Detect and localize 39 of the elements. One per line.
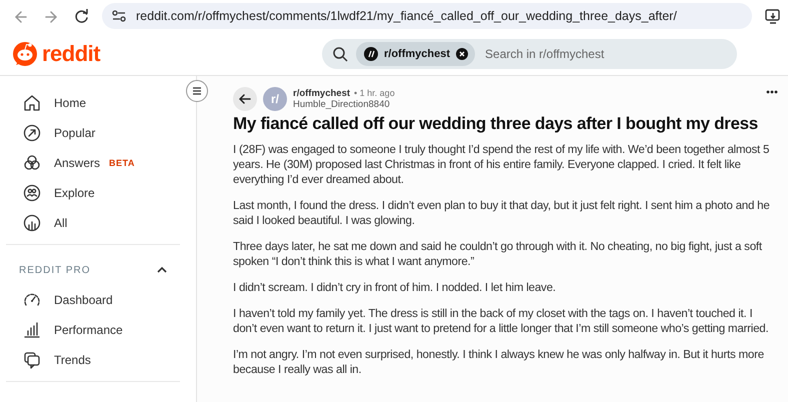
sidebar-item[interactable]: Popular xyxy=(6,118,180,148)
beta-label: BETA xyxy=(109,158,135,168)
sidebar-item[interactable]: Home xyxy=(6,88,180,118)
sidebar-item[interactable]: Explore xyxy=(6,178,180,208)
post-paragraph: Last month, I found the dress. I didn’t even plan to buy it that day, but it just felt right. I sent him a photo and he said I looked beautiful. I was glowing. xyxy=(233,198,771,228)
reddit-logo-icon[interactable] xyxy=(12,40,38,67)
author-name[interactable]: Humble_Direction8840 xyxy=(293,99,760,110)
sidebar-item[interactable]: Dashboard xyxy=(6,285,180,315)
sidebar-item[interactable]: Answers BETA xyxy=(6,148,180,178)
home-icon xyxy=(22,93,42,113)
remove-icon[interactable] xyxy=(456,48,468,60)
bar-chart-icon xyxy=(22,320,42,340)
post-paragraph: I’m not angry. I’m not even surprised, honestly. I think I always knew he was only halfway in. But it hurts more because I really was all in. xyxy=(233,347,765,377)
post-paragraph: I didn’t scream. I didn’t cry in front of him. I nodded. I let him leave. xyxy=(233,280,557,295)
chat-bubbles-icon xyxy=(22,350,42,370)
post-title: My fiancé called off our wedding three days after I bought my dress xyxy=(233,114,759,134)
post-paragraph: I (28F) was engaged to someone I truly thought I’d spend the rest of my life with. We’d been together almost 5 years. He (30M) proposed last Christmas in front of his entire family. Everyone clapped. I cried. It felt like everything I’d ever dreamed about. xyxy=(233,142,770,187)
people-circle-icon xyxy=(22,183,42,203)
community-link[interactable]: r/offmychest xyxy=(293,88,350,99)
search-field[interactable]: r/offmychest Search in r/offmychest xyxy=(322,38,737,68)
search-icon xyxy=(332,46,348,62)
install-app-icon[interactable] xyxy=(764,7,782,25)
post-time: • 1 hr. ago xyxy=(354,88,395,98)
sidebar-item[interactable]: All xyxy=(6,208,180,238)
address-bar[interactable]: reddit.com/r/offmychest/comments/1lwdf21/my_fiancé_called_off_our_wedding_three_days_after/ xyxy=(102,3,752,29)
sidebar-item[interactable]: Performance xyxy=(6,315,180,345)
sidebar-item[interactable]: Trends xyxy=(6,345,180,375)
community-chip[interactable]: r/offmychest xyxy=(356,42,476,66)
back-button[interactable] xyxy=(233,87,257,111)
community-icon xyxy=(364,46,378,60)
url-text: reddit.com/r/offmychest/comments/1lwdf21/my_fiancé_called_off_our_wedding_three_days_after/ xyxy=(136,9,677,23)
post-paragraph: Three days later, he sat me down and said he couldn’t go through with it. No cheating, no big fight, just a soft spoken “I don’t think this is what I want anymore.” xyxy=(233,239,763,269)
post-paragraph: I haven’t told my family yet. The dress is still in the back of my closet with the tags on. I haven’t touched it. I don’t even want to return it. I just want to pretend for a little longer that I’m still someone who’s getting married. xyxy=(233,306,770,336)
chart-circle-icon xyxy=(22,213,42,233)
chip-label: r/offmychest xyxy=(384,48,450,60)
menu-button[interactable] xyxy=(186,80,208,102)
section-heading: REDDIT PRO xyxy=(19,264,90,276)
more-options-icon[interactable] xyxy=(766,90,778,94)
arrow-circle-icon xyxy=(22,123,42,143)
